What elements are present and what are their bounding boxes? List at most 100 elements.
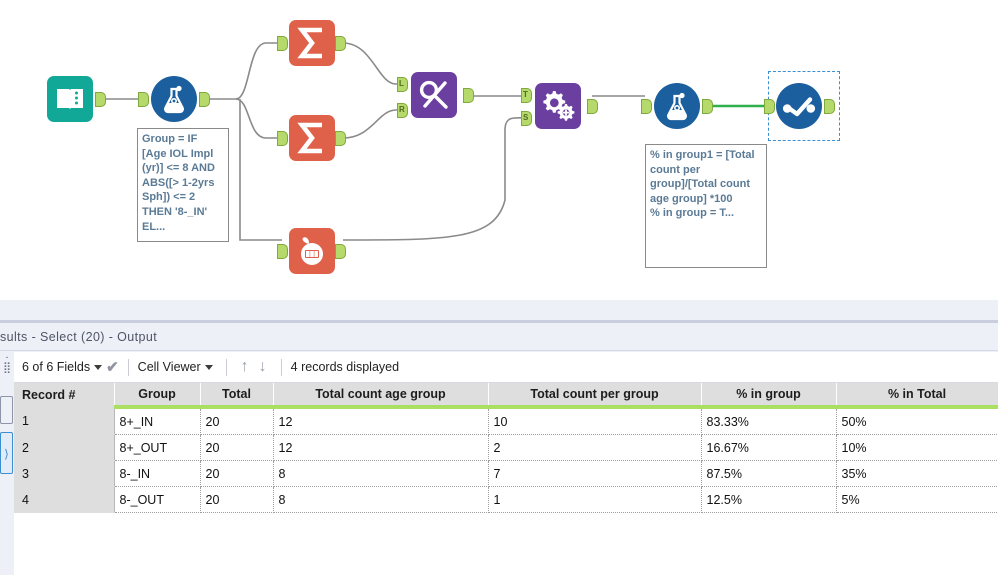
toolbar-separator xyxy=(225,358,227,376)
cell-pct-in-total: 35% xyxy=(836,460,998,487)
cell-total: 20 xyxy=(200,460,274,487)
table-row[interactable]: 2 8+_OUT 20 12 2 16.67% 10% xyxy=(14,434,998,461)
cell-count-age-group: 12 xyxy=(273,407,489,435)
output-anchor[interactable] xyxy=(702,99,713,114)
cell-count-per-group: 2 xyxy=(488,434,702,461)
cell-total: 20 xyxy=(200,434,274,461)
results-grid[interactable]: Record # Group Total Total count age gro… xyxy=(14,383,998,575)
fields-selector[interactable]: 6 of 6 Fields xyxy=(22,360,106,374)
rail-grip-icon[interactable]: ⣿ xyxy=(1,363,13,374)
output-anchor[interactable] xyxy=(335,36,346,51)
cell-count-per-group: 10 xyxy=(488,407,702,435)
formula-2-annotation[interactable]: % in group1 = [Total count per group]/[T… xyxy=(645,144,767,268)
check-icon[interactable]: ✔ xyxy=(106,358,119,376)
summarize-tool-2[interactable] xyxy=(277,115,346,161)
toolbar-separator xyxy=(280,358,282,376)
join-tool[interactable]: L R xyxy=(397,72,474,118)
input-anchor[interactable] xyxy=(138,92,149,107)
results-table: Record # Group Total Total count age gro… xyxy=(14,383,998,513)
cell-viewer-selector[interactable]: Cell Viewer xyxy=(138,360,217,374)
cell-pct-in-group: 83.33% xyxy=(701,407,837,435)
col-header-pct-in-group[interactable]: % in group xyxy=(701,383,837,409)
cell-pct-in-group: 12.5% xyxy=(701,486,837,513)
input-anchor[interactable] xyxy=(277,36,288,51)
input-anchor[interactable] xyxy=(277,131,288,146)
join-icon-body xyxy=(411,72,457,118)
cell-record: 4 xyxy=(14,486,115,513)
col-header-total[interactable]: Total xyxy=(200,383,274,409)
output-anchor[interactable] xyxy=(587,99,598,114)
sigma-icon xyxy=(297,122,322,154)
toolbar-separator xyxy=(127,358,129,376)
output-anchor[interactable] xyxy=(463,88,474,103)
cell-pct-in-group: 87.5% xyxy=(701,460,837,487)
scroll-down-icon[interactable]: ↓ xyxy=(259,358,267,376)
formula-tool-1[interactable] xyxy=(138,76,210,122)
right-input-anchor[interactable]: R xyxy=(397,103,408,118)
input-anchor[interactable] xyxy=(641,99,652,114)
source-input-anchor[interactable]: S xyxy=(521,111,532,126)
cell-group: 8-_IN xyxy=(114,460,201,487)
cell-viewer-label: Cell Viewer xyxy=(137,360,201,374)
col-header-total-count-age-group[interactable]: Total count age group xyxy=(273,383,489,409)
cell-pct-in-total: 10% xyxy=(836,434,998,461)
cell-record: 2 xyxy=(14,434,115,461)
col-header-record[interactable]: Record # xyxy=(14,383,115,408)
rail-panel-button[interactable] xyxy=(0,396,13,424)
join-right-anchor-label: R xyxy=(399,105,405,114)
table-row[interactable]: 1 8+_IN 20 12 10 83.33% 50% xyxy=(14,407,998,435)
chevron-down-icon[interactable] xyxy=(94,364,103,370)
output-anchor[interactable] xyxy=(335,244,346,259)
results-title: sults - Select (20) - Output xyxy=(0,323,998,351)
summarize-tool-1[interactable] xyxy=(277,20,346,66)
results-side-rail: - ⣿ ⟩ xyxy=(0,352,14,575)
append-fields-tool[interactable]: T S xyxy=(521,83,598,129)
count-records-icon xyxy=(301,237,323,265)
output-anchor[interactable] xyxy=(335,131,346,146)
cell-pct-in-total: 50% xyxy=(836,407,998,435)
gears-icon xyxy=(543,91,575,121)
flask-icon xyxy=(667,92,687,121)
input-data-icon-body xyxy=(47,76,93,122)
results-toolbar[interactable]: 6 of 6 Fields ✔ Cell Viewer ↑ ↓ 4 record… xyxy=(14,352,998,383)
table-row[interactable]: 3 8-_IN 20 8 7 87.5% 35% xyxy=(14,460,998,487)
browse-tool[interactable] xyxy=(764,83,835,129)
cell-pct-in-group: 16.67% xyxy=(701,434,837,461)
input-data-tool[interactable] xyxy=(47,76,106,122)
sigma-icon xyxy=(297,27,322,59)
records-displayed-label: 4 records displayed xyxy=(290,360,400,374)
scroll-up-icon[interactable]: ↑ xyxy=(241,358,249,376)
output-anchor[interactable] xyxy=(824,99,835,114)
formula-1-icon-body xyxy=(151,76,197,122)
formula-2-icon-body xyxy=(654,83,700,129)
append-target-anchor-label: T xyxy=(523,90,528,99)
left-input-anchor[interactable]: L xyxy=(397,77,408,92)
cell-group: 8+_OUT xyxy=(114,434,201,461)
cell-group: 8-_OUT xyxy=(114,486,201,513)
cell-count-per-group: 7 xyxy=(488,460,702,487)
results-pane: sults - Select (20) - Output - ⣿ ⟩ 6 of … xyxy=(0,300,998,575)
input-anchor[interactable] xyxy=(277,244,288,259)
col-header-pct-in-total[interactable]: % in Total xyxy=(836,383,998,409)
rail-results-button[interactable]: ⟩ xyxy=(0,432,13,474)
workflow-canvas[interactable]: L R T S Group = IF [Age IOL Impl (yr)] <… xyxy=(0,0,998,300)
output-anchor[interactable] xyxy=(95,92,106,107)
col-header-total-count-per-group[interactable]: Total count per group xyxy=(488,383,702,409)
chevron-down-icon[interactable] xyxy=(204,364,213,370)
cell-pct-in-total: 5% xyxy=(836,486,998,513)
table-header-row: Record # Group Total Total count age gro… xyxy=(14,383,998,409)
formula-1-annotation[interactable]: Group = IF [Age IOL Impl (yr)] <= 8 AND … xyxy=(137,128,229,242)
output-anchor[interactable] xyxy=(199,92,210,107)
cell-total: 20 xyxy=(200,486,274,513)
target-input-anchor[interactable]: T xyxy=(521,88,532,103)
count-records-tool[interactable] xyxy=(277,228,346,274)
cell-count-age-group: 8 xyxy=(273,486,489,513)
fields-label: 6 of 6 Fields xyxy=(22,360,91,374)
append-fields-icon-body xyxy=(535,83,581,129)
browse-check-icon xyxy=(782,97,816,117)
formula-tool-2[interactable] xyxy=(641,83,713,129)
input-anchor[interactable] xyxy=(764,99,775,114)
flask-icon xyxy=(164,85,184,114)
table-row[interactable]: 4 8-_OUT 20 8 1 12.5% 5% xyxy=(14,486,998,513)
col-header-group[interactable]: Group xyxy=(114,383,201,409)
